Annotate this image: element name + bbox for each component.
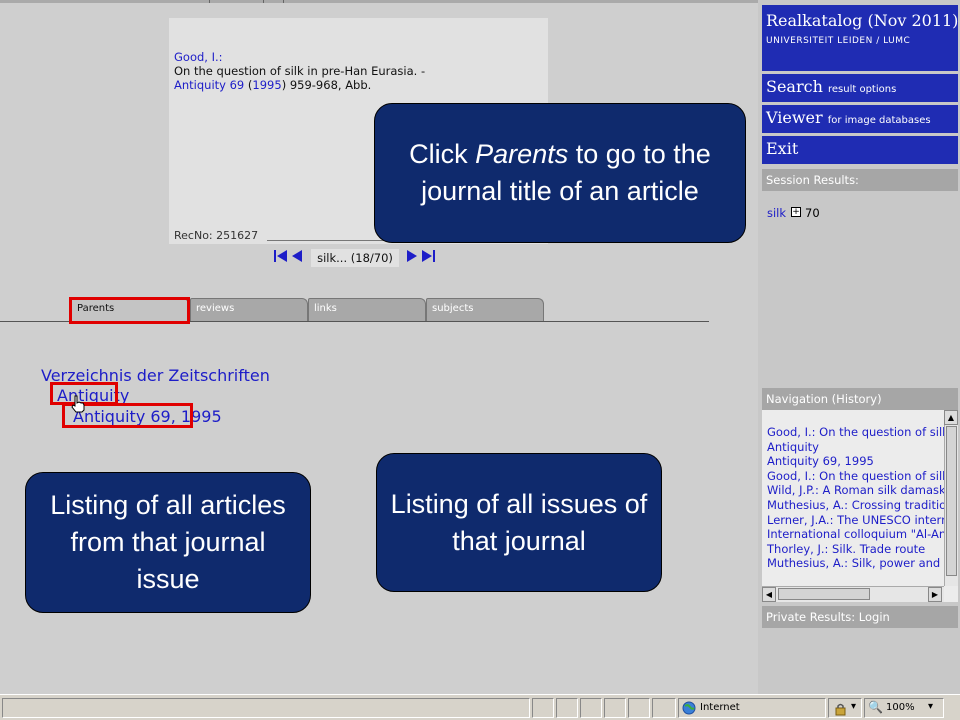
- viewer-label: Viewer: [766, 108, 823, 127]
- zoom-dropdown-icon[interactable]: ▾: [928, 701, 933, 712]
- status-cell: [556, 698, 578, 718]
- session-results-header: Session Results:: [762, 169, 958, 191]
- history-item[interactable]: Antiquity: [767, 440, 958, 455]
- catalog-subtitle: UNIVERSITEIT LEIDEN / LUMC: [766, 36, 911, 46]
- tab-links[interactable]: links: [308, 298, 426, 322]
- record-journal-link[interactable]: Antiquity 69: [174, 78, 244, 92]
- status-cell: [580, 698, 602, 718]
- history-item[interactable]: Thorley, J.: Silk. Trade route: [767, 542, 958, 557]
- record-author[interactable]: Good, I.:: [174, 50, 223, 64]
- top-scroll-edge: [0, 0, 758, 3]
- private-results-header[interactable]: Private Results: Login: [762, 606, 958, 628]
- status-message: [2, 698, 530, 718]
- history-item[interactable]: Lerner, J.A.: The UNESCO international: [767, 513, 958, 528]
- history-list: Good, I.: On the question of silk in pre…: [767, 425, 958, 571]
- history-item[interactable]: Good, I.: On the question of silk in pre…: [767, 425, 958, 440]
- globe-icon: [682, 700, 696, 719]
- last-record-icon[interactable]: [421, 250, 436, 264]
- main-content: Good, I.: On the question of silk in pre…: [0, 0, 758, 694]
- history-item[interactable]: Muthesius, A.: Crossing traditions: [767, 498, 958, 513]
- history-panel: Good, I.: On the question of silk in pre…: [762, 410, 958, 602]
- first-record-icon[interactable]: [274, 250, 289, 264]
- history-item[interactable]: International colloquium "Al-Andalus: [767, 527, 958, 542]
- callout-articles-text: Listing of all articles from that journa…: [50, 490, 286, 594]
- status-cell: [604, 698, 626, 718]
- zone-label: Internet: [700, 702, 740, 713]
- catalog-header[interactable]: Realkatalog (Nov 2011) UNIVERSITEIT LEID…: [762, 5, 958, 71]
- next-record-icon[interactable]: [406, 250, 418, 264]
- viewer-button[interactable]: Viewer for image databases: [762, 105, 958, 133]
- zoom-level: 100%: [886, 702, 915, 713]
- record-number: RecNo: 251627: [174, 229, 259, 242]
- catalog-title: Realkatalog (Nov 2011): [766, 11, 959, 30]
- scroll-thumb[interactable]: [946, 426, 957, 576]
- history-vertical-scrollbar[interactable]: ▲: [944, 410, 958, 586]
- hscroll-thumb[interactable]: [778, 588, 870, 600]
- history-item[interactable]: Antiquity 69, 1995: [767, 454, 958, 469]
- history-item[interactable]: Wild, J.P.: A Roman silk damask: [767, 483, 958, 498]
- tab-subjects[interactable]: subjects: [426, 298, 544, 322]
- history-item[interactable]: Muthesius, A.: Silk, power and diplomacy: [767, 556, 958, 571]
- callout-articles: Listing of all articles from that journa…: [25, 472, 311, 613]
- scroll-up-icon[interactable]: ▲: [944, 410, 958, 425]
- sidebar: Realkatalog (Nov 2011) UNIVERSITEIT LEID…: [758, 0, 960, 694]
- session-term-link[interactable]: silk: [767, 206, 786, 220]
- search-label: Search: [766, 77, 823, 96]
- callout-parents: Click Parents to go to the journal title…: [374, 103, 746, 243]
- callout-parents-text: Click Parents to go to the journal title…: [409, 139, 711, 206]
- status-cell: [628, 698, 650, 718]
- record-counter: silk... (18/70): [311, 249, 399, 267]
- exit-label: Exit: [766, 139, 799, 158]
- scroll-left-icon[interactable]: ◀: [762, 587, 776, 602]
- record-source: Antiquity 69 (1995) 959-968, Abb.: [174, 78, 371, 92]
- scroll-right-icon[interactable]: ▶: [928, 587, 942, 602]
- search-sublabel: result options: [827, 84, 897, 95]
- history-item[interactable]: Good, I.: On the question of silk in pre…: [767, 469, 958, 484]
- callout-issues: Listing of all issues of that journal: [376, 453, 662, 592]
- zoom-icon: 🔍: [868, 700, 883, 714]
- record-pages: ) 959-968, Abb.: [281, 78, 372, 92]
- previous-record-icon[interactable]: [291, 250, 303, 264]
- history-header: Navigation (History): [762, 388, 958, 410]
- parents-tab-highlight: [69, 297, 190, 324]
- browser-status-bar: Internet ▾ 🔍 100% ▾: [0, 694, 960, 720]
- exit-button[interactable]: Exit: [762, 136, 958, 164]
- hand-cursor-icon: [70, 395, 86, 417]
- record-year-link[interactable]: 1995: [252, 78, 281, 92]
- dropdown-icon[interactable]: ▾: [851, 701, 856, 712]
- viewer-sublabel: for image databases: [827, 115, 931, 126]
- status-cell: [532, 698, 554, 718]
- expand-plus-icon[interactable]: +: [791, 207, 801, 217]
- lock-icon: [834, 701, 848, 720]
- history-horizontal-scrollbar[interactable]: ◀ ▶: [762, 586, 944, 602]
- callout-issues-text: Listing of all issues of that journal: [390, 488, 648, 556]
- search-button[interactable]: Search result options: [762, 74, 958, 102]
- record-title: On the question of silk in pre-Han Euras…: [174, 64, 426, 78]
- status-cell: [652, 698, 676, 718]
- tab-reviews[interactable]: reviews: [190, 298, 308, 322]
- session-count: 70: [805, 206, 820, 220]
